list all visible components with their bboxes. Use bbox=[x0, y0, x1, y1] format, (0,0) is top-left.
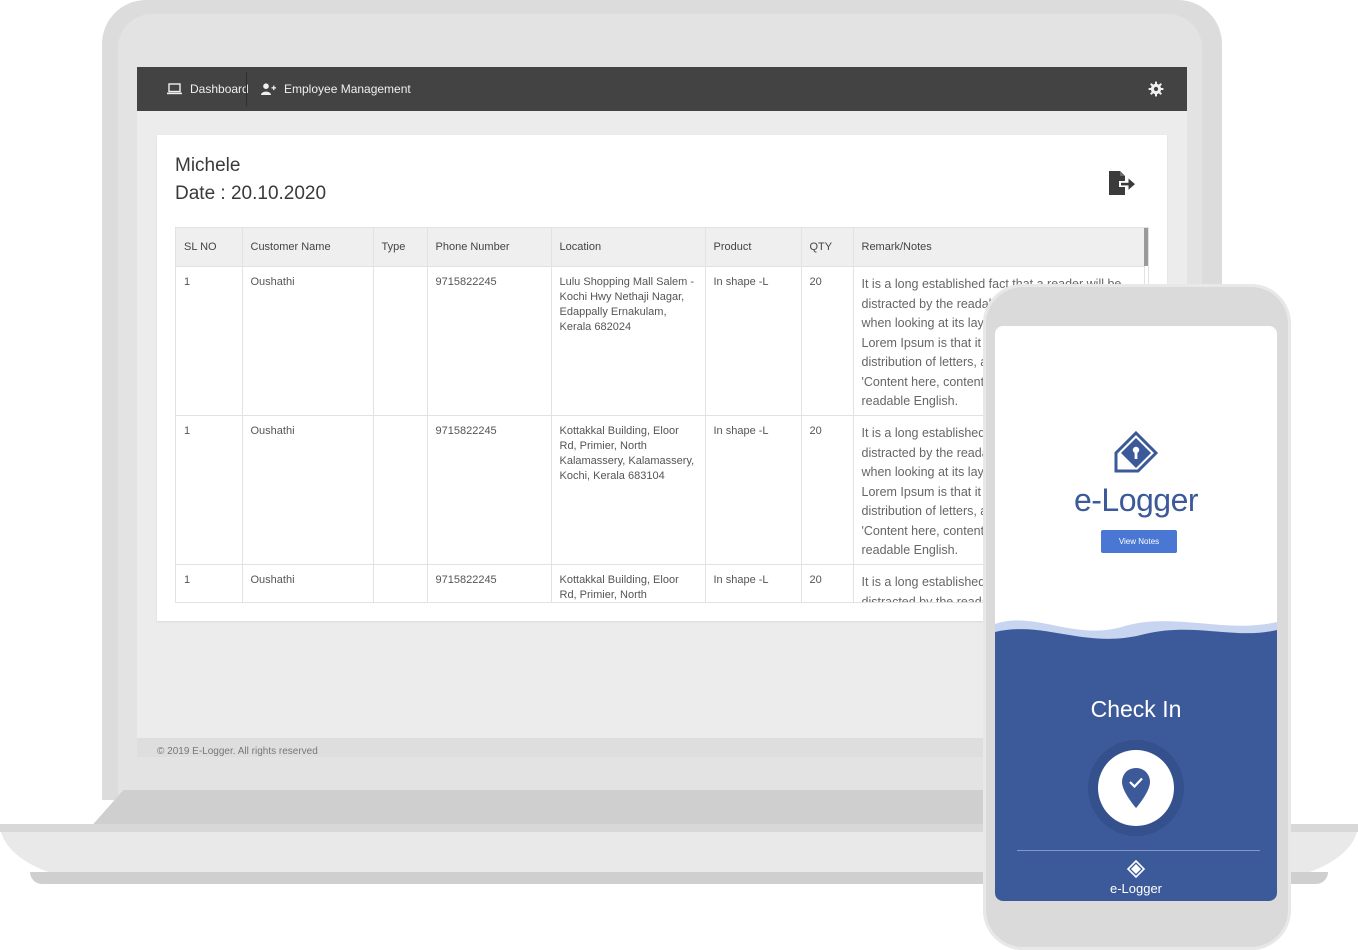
table-header-row: SL NO Customer Name Type Phone Number Lo… bbox=[176, 228, 1145, 267]
cell-type bbox=[373, 564, 428, 602]
app-logo: e-Logger bbox=[995, 430, 1277, 519]
nav-dashboard[interactable]: Dashboard bbox=[167, 67, 249, 111]
export-file-icon[interactable] bbox=[1108, 171, 1136, 197]
footer-logo-text: e-Logger bbox=[1109, 881, 1163, 896]
column-header[interactable]: Remark/Notes bbox=[853, 228, 1145, 267]
check-in-panel: Check In e-Logger bbox=[995, 644, 1277, 901]
cell-customer: Oushathi bbox=[242, 266, 374, 416]
table-scrollbar[interactable] bbox=[1144, 228, 1148, 266]
cell-location: Lulu Shopping Mall Salem - Kochi Hwy Net… bbox=[551, 266, 706, 416]
cell-qty: 20 bbox=[801, 415, 854, 565]
cell-phone: 9715822245 bbox=[427, 564, 552, 602]
app-logo-text: e-Logger bbox=[1073, 482, 1199, 518]
column-header[interactable]: Customer Name bbox=[242, 228, 374, 267]
column-header[interactable]: Product bbox=[705, 228, 802, 267]
cell-qty: 20 bbox=[801, 564, 854, 602]
cell-product: In shape -L bbox=[705, 415, 802, 565]
nav-employee-management[interactable]: Employee Management bbox=[261, 67, 411, 111]
employee-name: Michele bbox=[175, 155, 241, 176]
cell-sl-no: 1 bbox=[176, 266, 243, 416]
nav-divider bbox=[246, 72, 247, 106]
cell-customer: Oushathi bbox=[242, 415, 374, 565]
laptop-icon bbox=[167, 83, 182, 95]
cell-product: In shape -L bbox=[705, 564, 802, 602]
check-in-title: Check In bbox=[1090, 696, 1182, 722]
column-header[interactable]: Location bbox=[551, 228, 706, 267]
check-in-button-face bbox=[1098, 750, 1174, 826]
e-logger-logo-icon bbox=[1114, 430, 1159, 473]
cell-sl-no: 1 bbox=[176, 564, 243, 602]
column-header[interactable]: Phone Number bbox=[427, 228, 552, 267]
check-in-button[interactable] bbox=[1088, 740, 1184, 836]
phone-screen: e-Logger View Notes Check In e-Logger bbox=[995, 326, 1277, 901]
cell-product: In shape -L bbox=[705, 266, 802, 416]
cell-type bbox=[373, 415, 428, 565]
cell-phone: 9715822245 bbox=[427, 415, 552, 565]
e-logger-small-logo-icon bbox=[1126, 859, 1146, 879]
footer-copyright: © 2019 E-Logger. All rights reserved bbox=[157, 746, 318, 757]
cell-type bbox=[373, 266, 428, 416]
cell-phone: 9715822245 bbox=[427, 266, 552, 416]
user-add-icon bbox=[261, 83, 276, 95]
report-date: Date : 20.10.2020 bbox=[175, 183, 327, 204]
cell-customer: Oushathi bbox=[242, 564, 374, 602]
cell-location: Kottakkal Building, Eloor Rd, Primier, N… bbox=[551, 564, 706, 602]
column-header[interactable]: Type bbox=[373, 228, 428, 267]
nav-employee-label: Employee Management bbox=[284, 82, 411, 96]
phone-divider bbox=[1017, 850, 1260, 851]
column-header[interactable]: SL NO bbox=[176, 228, 243, 267]
cell-sl-no: 1 bbox=[176, 415, 243, 565]
footer-logo: e-Logger bbox=[995, 859, 1277, 896]
gear-icon[interactable] bbox=[1148, 81, 1164, 97]
phone-device: e-Logger View Notes Check In e-Logger bbox=[983, 284, 1291, 950]
location-check-icon bbox=[1122, 768, 1150, 808]
column-header[interactable]: QTY bbox=[801, 228, 854, 267]
cell-location: Kottakkal Building, Eloor Rd, Primier, N… bbox=[551, 415, 706, 565]
top-navbar: Dashboard Employee Management bbox=[137, 67, 1187, 111]
view-notes-button[interactable]: View Notes bbox=[1101, 530, 1177, 553]
nav-dashboard-label: Dashboard bbox=[190, 82, 249, 96]
cell-qty: 20 bbox=[801, 266, 854, 416]
